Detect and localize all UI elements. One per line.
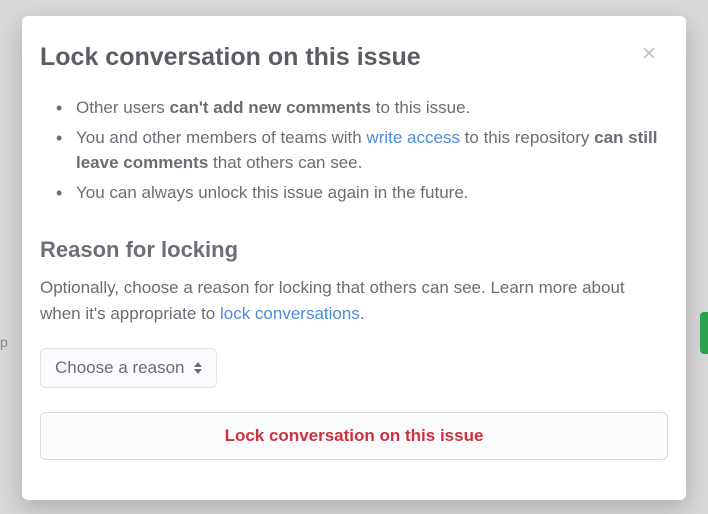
reason-description: Optionally, choose a reason for locking … (40, 275, 668, 326)
lock-conversations-link[interactable]: lock conversations (220, 304, 360, 323)
close-icon (640, 44, 658, 62)
reason-heading: Reason for locking (40, 237, 668, 263)
close-button[interactable] (636, 40, 662, 70)
dialog-title: Lock conversation on this issue (40, 42, 421, 73)
list-item: Other users can't add new comments to th… (76, 95, 668, 121)
dialog-header: Lock conversation on this issue (40, 42, 668, 73)
consequences-list: Other users can't add new comments to th… (40, 95, 668, 209)
sort-icon (194, 362, 202, 374)
lock-conversation-button[interactable]: Lock conversation on this issue (40, 412, 668, 460)
reason-select-label: Choose a reason (55, 358, 184, 378)
write-access-link[interactable]: write access (366, 128, 460, 147)
list-item: You and other members of teams with writ… (76, 125, 668, 176)
lock-conversation-dialog: Lock conversation on this issue Other us… (22, 16, 686, 500)
background-fragment: p (0, 334, 8, 350)
reason-select[interactable]: Choose a reason (40, 348, 217, 388)
background-green-button-edge (700, 312, 708, 354)
list-item: You can always unlock this issue again i… (76, 180, 668, 206)
